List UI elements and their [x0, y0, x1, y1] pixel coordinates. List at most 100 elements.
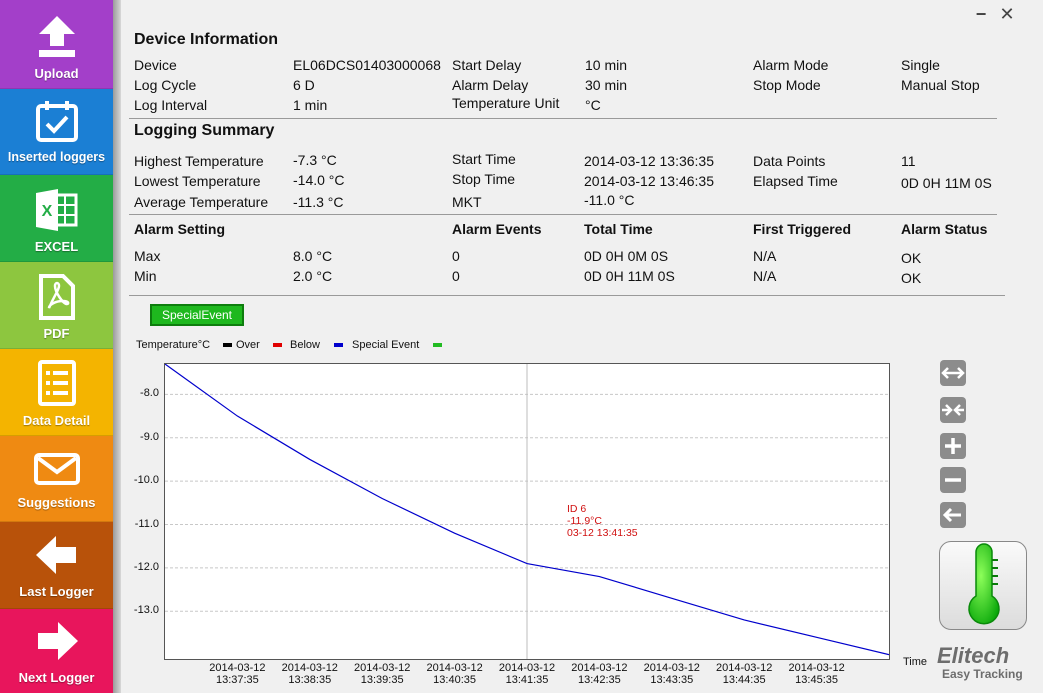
y-tick-label: -13.0 — [133, 604, 159, 617]
alarm-max-total-time: 0D 0H 0M 0S — [584, 248, 669, 264]
minimize-button[interactable]: − — [972, 5, 990, 23]
elapsed-time-value: 0D 0H 11M 0S — [901, 175, 992, 191]
lowest-temp-label: Lowest Temperature — [134, 173, 261, 189]
average-temp-value: -11.3 °C — [293, 194, 344, 210]
log-cycle-label: Log Cycle — [134, 77, 197, 93]
alarm-max-label: Max — [134, 248, 161, 264]
suggestions-button[interactable]: Suggestions — [0, 436, 113, 522]
zoom-out-button[interactable] — [940, 467, 966, 493]
alarm-header-status: Alarm Status — [901, 221, 988, 237]
expand-horizontal-button[interactable] — [940, 360, 966, 386]
sidebar-divider — [113, 0, 121, 693]
list-icon — [37, 360, 76, 406]
excel-label: EXCEL — [34, 239, 79, 254]
alarm-mode-label: Alarm Mode — [753, 57, 829, 73]
x-tick-label: 2014-03-12 13:37:35 — [209, 662, 266, 686]
inserted-loggers-button[interactable]: Inserted loggers — [0, 89, 113, 175]
legend-special-event: Special Event — [352, 339, 420, 351]
tooltip-value: -11.9°C — [567, 515, 602, 527]
stop-time-value: 2014-03-12 13:46:35 — [584, 173, 714, 189]
legend-unit: Temperature°C — [136, 339, 211, 351]
legend-below: Below — [290, 339, 320, 351]
upload-button[interactable]: Upload — [0, 0, 113, 89]
mkt-value: -11.0 °C — [584, 192, 635, 208]
close-button[interactable]: ✕ — [998, 5, 1016, 23]
x-tick-label: 2014-03-12 13:40:35 — [426, 662, 483, 686]
sidebar: Upload Inserted loggers X EXCEL PDF Data… — [0, 0, 113, 693]
zoom-in-button[interactable] — [940, 433, 966, 459]
start-time-label: Start Time — [452, 151, 516, 167]
x-tick-label: 2014-03-12 13:43:35 — [643, 662, 700, 686]
start-delay-value: 10 min — [585, 57, 628, 73]
temperature-chart[interactable]: ID 6 -11.9°C 03-12 13:41:35 — [164, 363, 890, 660]
average-temp-label: Average Temperature — [134, 194, 269, 210]
upload-label: Upload — [34, 66, 79, 81]
alarm-min-total-time: 0D 0H 11M 0S — [584, 268, 675, 284]
alarm-header-events: Alarm Events — [452, 221, 542, 237]
y-tick-label: -9.0 — [140, 430, 159, 443]
highest-temp-label: Highest Temperature — [134, 153, 264, 169]
thermometer-indicator — [939, 541, 1027, 630]
upload-arrow-icon — [38, 16, 75, 57]
expand-horizontal-icon — [941, 367, 965, 379]
alarm-min-value: 2.0 °C — [293, 268, 333, 284]
alarm-delay-label: Alarm Delay — [452, 77, 529, 93]
legend-swatch-green — [433, 343, 442, 347]
arrow-left-icon — [35, 536, 76, 574]
alarm-max-status: OK — [901, 250, 922, 266]
next-logger-label: Next Logger — [18, 670, 95, 685]
last-logger-label: Last Logger — [19, 584, 94, 599]
data-points-label: Data Points — [753, 153, 826, 169]
pdf-button[interactable]: PDF — [0, 262, 113, 349]
start-delay-label: Start Delay — [452, 57, 522, 73]
log-interval-value: 1 min — [293, 97, 328, 113]
pdf-icon — [38, 274, 75, 320]
stop-mode-value: Manual Stop — [901, 77, 980, 93]
legend-over: Over — [236, 339, 260, 351]
alarm-max-first-triggered: N/A — [753, 248, 777, 264]
excel-button[interactable]: X EXCEL — [0, 175, 113, 262]
suggestions-label: Suggestions — [17, 495, 96, 510]
zoom-out-icon — [945, 478, 961, 482]
special-event-button[interactable]: SpecialEvent — [150, 304, 244, 326]
alarm-min-label: Min — [134, 268, 157, 284]
alarm-header-first-triggered: First Triggered — [753, 221, 852, 237]
x-tick-label: 2014-03-12 13:41:35 — [498, 662, 556, 686]
divider-line — [129, 295, 1005, 296]
excel-icon: X — [35, 189, 77, 231]
start-time-value: 2014-03-12 13:36:35 — [584, 153, 714, 169]
divider-line — [129, 118, 997, 119]
data-points-value: 11 — [901, 153, 916, 169]
y-tick-label: -8.0 — [140, 387, 159, 400]
x-tick-label: 2014-03-12 13:45:35 — [788, 662, 845, 686]
tooltip-time: 03-12 13:41:35 — [567, 527, 638, 539]
x-tick-label: 2014-03-12 13:39:35 — [354, 662, 411, 686]
elapsed-time-label: Elapsed Time — [753, 173, 838, 189]
calendar-check-icon — [35, 101, 78, 142]
log-cycle-value: 6 D — [293, 77, 315, 93]
divider-line — [129, 214, 997, 215]
y-tick-label: -12.0 — [133, 560, 159, 573]
compress-horizontal-button[interactable] — [940, 397, 966, 423]
y-tick-label: -10.0 — [133, 474, 159, 487]
logging-summary-title: Logging Summary — [134, 122, 275, 139]
compress-horizontal-icon — [942, 404, 964, 416]
lowest-temp-value: -14.0 °C — [293, 172, 345, 188]
alarm-mode-value: Single — [901, 57, 940, 73]
inserted-loggers-label: Inserted loggers — [7, 150, 106, 164]
temp-unit-value: °C — [585, 97, 601, 113]
next-logger-button[interactable]: Next Logger — [0, 609, 113, 693]
data-detail-button[interactable]: Data Detail — [0, 349, 113, 436]
highest-temp-value: -7.3 °C — [293, 152, 337, 168]
envelope-icon — [33, 453, 80, 485]
x-tick-label: 2014-03-12 13:42:35 — [571, 662, 628, 686]
alarm-max-value: 8.0 °C — [293, 248, 333, 264]
arrow-right-icon — [37, 622, 78, 660]
back-icon — [942, 507, 961, 523]
thermometer-icon — [968, 543, 1000, 625]
zoom-in-icon — [945, 438, 961, 454]
device-info-title: Device Information — [134, 31, 279, 48]
y-tick-label: -11.0 — [134, 517, 159, 530]
back-button[interactable] — [940, 502, 966, 528]
last-logger-button[interactable]: Last Logger — [0, 522, 113, 609]
